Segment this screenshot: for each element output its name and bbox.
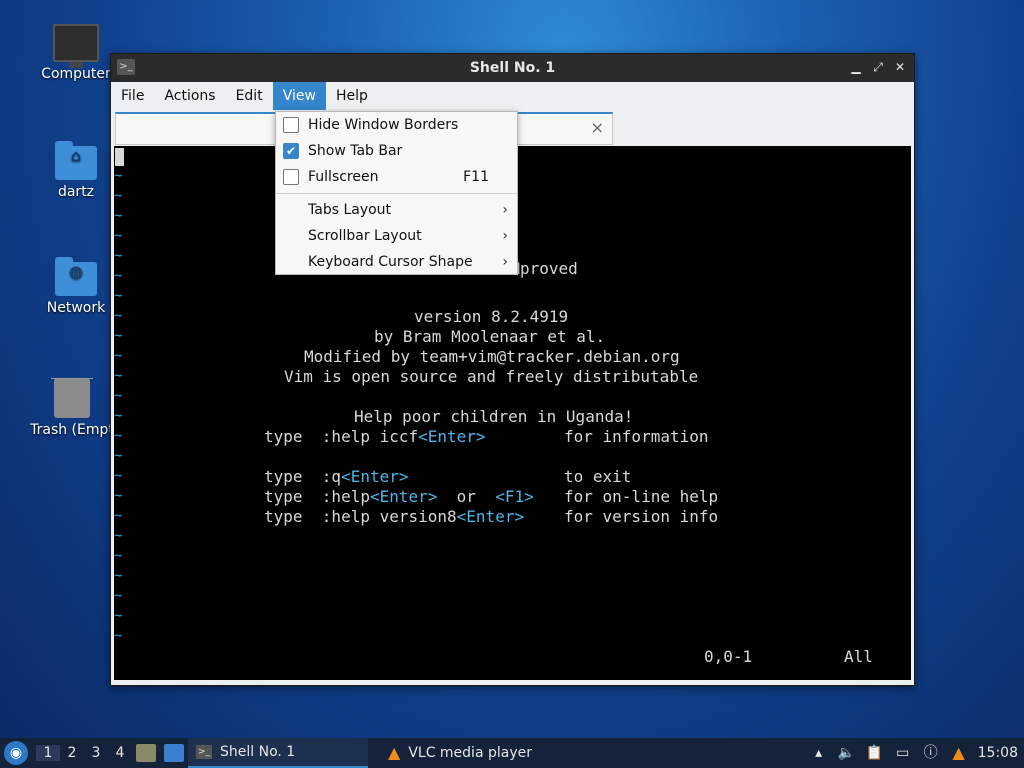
- clipboard-icon[interactable]: 📋: [866, 744, 884, 762]
- vim-tilde: ~: [114, 248, 123, 264]
- vim-tilde: ~: [114, 528, 123, 544]
- vim-tilde: ~: [114, 308, 123, 324]
- vlc-tray-icon[interactable]: ▲: [950, 744, 968, 762]
- trash-icon: [51, 378, 93, 418]
- vim-author: by Bram Moolenaar et al.: [374, 327, 606, 346]
- menu-file[interactable]: File: [111, 82, 154, 110]
- checkmark-icon[interactable]: ✔: [283, 143, 299, 159]
- notification-icon[interactable]: ⓘ: [922, 744, 940, 762]
- home-folder-icon: ⌂: [55, 141, 97, 180]
- vim-tilde: ~: [114, 608, 123, 624]
- task-shell[interactable]: >_ Shell No. 1: [188, 738, 368, 768]
- menu-view[interactable]: View: [272, 82, 326, 110]
- vim-tilde: ~: [114, 288, 123, 304]
- file-manager-launcher-icon[interactable]: [136, 744, 156, 762]
- workspace-3[interactable]: 3: [84, 745, 108, 761]
- help-version-line: type :help version8<Enter>: [264, 507, 525, 526]
- shortcut-label: F11: [463, 169, 489, 185]
- vim-tilde: ~: [114, 568, 123, 584]
- menu-separator: [276, 193, 517, 194]
- close-button[interactable]: ✕: [892, 58, 908, 76]
- start-menu-icon[interactable]: ◉: [4, 741, 28, 765]
- checkbox-icon[interactable]: [283, 169, 299, 185]
- menu-item-show-tab-bar[interactable]: ✔ Show Tab Bar: [276, 138, 517, 164]
- desktop-icon-label: Trash (Empt: [30, 422, 114, 438]
- show-desktop-icon[interactable]: [164, 744, 184, 762]
- chevron-right-icon: ›: [502, 202, 508, 218]
- ruler-all: All: [844, 647, 873, 666]
- vim-tilde: ~: [114, 168, 123, 184]
- menu-item-keyboard-cursor-shape[interactable]: Keyboard Cursor Shape ›: [276, 249, 517, 275]
- menu-edit[interactable]: Edit: [226, 82, 273, 110]
- workspace-2[interactable]: 2: [60, 745, 84, 761]
- computer-icon: [53, 24, 99, 68]
- workspace-4[interactable]: 4: [108, 745, 132, 761]
- maximize-button[interactable]: ⤢: [870, 58, 886, 76]
- desktop-icon-trash[interactable]: Trash (Empt: [24, 378, 120, 438]
- vim-tilde: ~: [114, 448, 123, 464]
- desktop-icon-label: dartz: [57, 184, 95, 200]
- vim-tilde: ~: [114, 628, 123, 644]
- view-menu-dropdown: Hide Window Borders ✔ Show Tab Bar Fulls…: [275, 111, 518, 275]
- window-title: Shell No. 1: [469, 60, 556, 76]
- vim-tilde: ~: [114, 508, 123, 524]
- menu-item-scrollbar-layout[interactable]: Scrollbar Layout ›: [276, 223, 517, 249]
- menu-item-tabs-layout[interactable]: Tabs Layout ›: [276, 197, 517, 223]
- vim-tilde: ~: [114, 548, 123, 564]
- vim-tilde: ~: [114, 228, 123, 244]
- vim-modified: Modified by team+vim@tracker.debian.org: [304, 347, 680, 366]
- text-cursor: [115, 148, 124, 166]
- vim-tilde: ~: [114, 188, 123, 204]
- vim-version: version 8.2.4919: [414, 307, 569, 326]
- clock[interactable]: 15:08: [978, 745, 1018, 761]
- system-tray: ▴ 🔈 📋 ▭ ⓘ ▲ 15:08: [810, 744, 1024, 762]
- vim-tilde: ~: [114, 408, 123, 424]
- desktop-icon-label: Network: [46, 300, 106, 316]
- quit-desc: to exit: [564, 467, 632, 486]
- vlc-icon: ▲: [388, 743, 401, 762]
- vim-tilde: ~: [114, 588, 123, 604]
- vim-tilde: ~: [114, 268, 123, 284]
- network-icon[interactable]: ▭: [894, 744, 912, 762]
- menu-item-fullscreen[interactable]: Fullscreen F11: [276, 164, 517, 190]
- quit-line: type :q<Enter>: [264, 467, 409, 486]
- network-folder-icon: ◍: [55, 257, 97, 296]
- terminal-icon: >_: [196, 745, 212, 759]
- desktop-icon-label: Computer: [41, 66, 111, 82]
- task-vlc[interactable]: ▲ VLC media player: [380, 738, 540, 768]
- vim-tilde: ~: [114, 368, 123, 384]
- vim-tilde: ~: [114, 468, 123, 484]
- tray-arrow-icon[interactable]: ▴: [810, 744, 828, 762]
- volume-icon[interactable]: 🔈: [838, 744, 856, 762]
- vim-tilde: ~: [114, 488, 123, 504]
- menu-actions[interactable]: Actions: [154, 82, 225, 110]
- menu-item-hide-window-borders[interactable]: Hide Window Borders: [276, 112, 517, 138]
- vim-uganda: Help poor children in Uganda!: [354, 407, 634, 426]
- vim-tilde: ~: [114, 428, 123, 444]
- vim-tilde: ~: [114, 328, 123, 344]
- chevron-right-icon: ›: [502, 254, 508, 270]
- vim-tilde: ~: [114, 208, 123, 224]
- help-iccf-desc: for information: [564, 427, 709, 446]
- help-line: type :help<Enter> or <F1>: [264, 487, 534, 506]
- help-iccf-line: type :help iccf<Enter>: [264, 427, 486, 446]
- ruler-position: 0,0-1: [704, 647, 753, 666]
- help-desc: for on-line help: [564, 487, 719, 506]
- tab-close-icon[interactable]: ×: [591, 118, 604, 137]
- checkbox-icon[interactable]: [283, 117, 299, 133]
- vim-tilde: ~: [114, 348, 123, 364]
- vim-tilde: ~: [114, 388, 123, 404]
- vim-license: Vim is open source and freely distributa…: [284, 367, 699, 386]
- workspace-1[interactable]: 1: [36, 745, 60, 761]
- help-version-desc: for version info: [564, 507, 719, 526]
- minimize-button[interactable]: ▁: [848, 58, 864, 76]
- menu-help[interactable]: Help: [326, 82, 378, 110]
- terminal-icon: >_: [117, 59, 135, 75]
- taskbar: ◉ 1 2 3 4 >_ Shell No. 1 ▲ VLC media pla…: [0, 738, 1024, 768]
- chevron-right-icon: ›: [502, 228, 508, 244]
- menubar: File Actions Edit View Help: [111, 82, 914, 110]
- window-titlebar[interactable]: >_ Shell No. 1 ▁ ⤢ ✕: [111, 54, 914, 82]
